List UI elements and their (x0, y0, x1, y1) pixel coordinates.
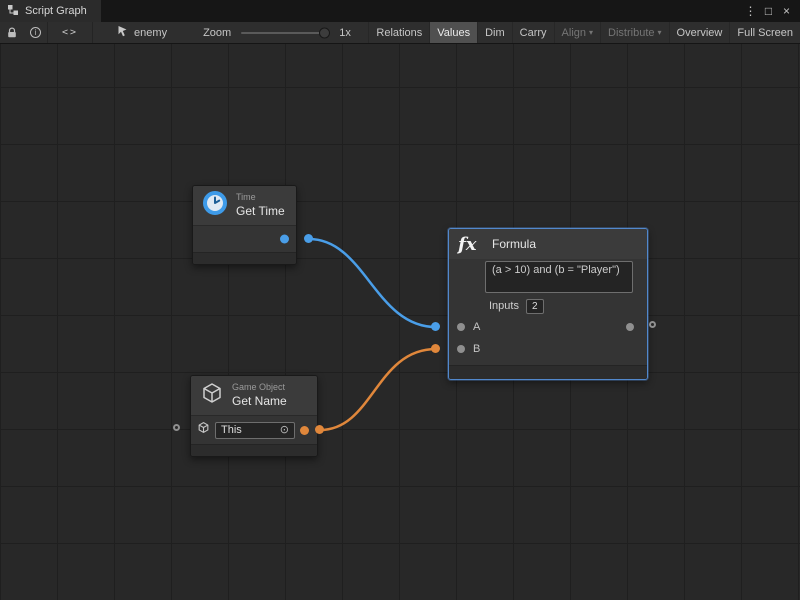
get-name-port-row: This ⊙ (191, 416, 317, 444)
formula-output-connector[interactable] (649, 321, 656, 328)
values-button[interactable]: Values (429, 22, 477, 43)
values-label: Values (437, 27, 470, 39)
relations-button[interactable]: Relations (368, 22, 429, 43)
edit-source-button[interactable]: <> (48, 22, 92, 43)
target-object-value: This (221, 424, 242, 436)
get-time-output-port[interactable] (280, 235, 289, 244)
get-time-header: Time Get Time (193, 186, 296, 226)
tab-script-graph[interactable]: Script Graph (0, 0, 101, 22)
chevron-down-icon: ▾ (589, 29, 593, 37)
wire-end-dot-blue[interactable] (431, 322, 440, 331)
node-title: Get Name (232, 394, 287, 409)
zoom-slider[interactable] (241, 32, 329, 34)
object-picker-icon[interactable]: ⊙ (280, 425, 289, 436)
lock-icon[interactable] (0, 22, 24, 43)
get-name-footer (191, 444, 317, 456)
formula-fx-icon: fx (458, 234, 484, 255)
cube-icon-small (197, 421, 210, 439)
tab-title: Script Graph (25, 5, 87, 17)
overview-button[interactable]: Overview (669, 22, 730, 43)
code-icon: <> (62, 27, 78, 38)
formula-port-row-a: A (449, 317, 647, 337)
formula-port-row-b: B (449, 339, 647, 359)
maximize-button[interactable]: □ (760, 2, 777, 20)
toolbar-button-group: Relations Values Dim Carry Align ▾ Distr… (368, 22, 800, 43)
info-glyph: i (30, 27, 41, 38)
inputs-label: Inputs (489, 300, 519, 312)
node-get-name[interactable]: Game Object Get Name This ⊙ (190, 375, 318, 457)
formula-footer (449, 365, 647, 379)
wire-start-dot-orange[interactable] (315, 425, 324, 434)
node-formula[interactable]: fx Formula (a > 10) and (b = "Player") I… (448, 228, 648, 380)
node-title: Get Time (236, 204, 285, 219)
graph-toolbar: i <> enemy Zoom 1x Relations Values (0, 22, 800, 44)
node-category: Game Object (232, 382, 287, 393)
titlebar-spacer (101, 0, 742, 22)
formula-expression-input[interactable]: (a > 10) and (b = "Player") (485, 261, 633, 293)
get-time-footer (193, 252, 296, 264)
get-time-port-row (193, 226, 296, 252)
info-icon[interactable]: i (24, 22, 47, 43)
cube-icon (200, 381, 224, 410)
zoom-slider-handle[interactable] (319, 27, 330, 38)
distribute-button[interactable]: Distribute ▾ (600, 22, 668, 43)
distribute-label: Distribute (608, 27, 654, 39)
graph-name: enemy (134, 27, 167, 39)
align-button[interactable]: Align ▾ (554, 22, 600, 43)
fullscreen-button[interactable]: Full Screen (729, 22, 800, 43)
wire-end-dot-orange[interactable] (431, 344, 440, 353)
wire-get-time-to-formula-a (309, 239, 436, 327)
wire-get-name-to-formula-b (320, 349, 436, 430)
graph-canvas[interactable]: Time Get Time fx Formula (a > 10) and (b… (0, 44, 800, 600)
graph-breadcrumb[interactable]: enemy (107, 22, 177, 43)
window-menu-button[interactable]: ⋮ (742, 2, 759, 20)
zoom-label: Zoom (203, 22, 231, 43)
carry-button[interactable]: Carry (512, 22, 554, 43)
script-graph-window: Script Graph ⋮ □ × i <> (0, 0, 800, 600)
formula-output-port[interactable] (626, 323, 634, 331)
get-name-header: Game Object Get Name (191, 376, 317, 416)
close-button[interactable]: × (778, 2, 795, 20)
get-name-output-port[interactable] (300, 426, 309, 435)
port-b-label: B (473, 343, 480, 355)
formula-inputs-count[interactable]: 2 (526, 299, 544, 314)
fullscreen-label: Full Screen (737, 27, 793, 39)
wires-layer (0, 44, 800, 600)
window-controls: ⋮ □ × (742, 0, 800, 22)
node-category: Time (236, 192, 285, 203)
dim-button[interactable]: Dim (477, 22, 512, 43)
script-graph-icon (7, 4, 19, 19)
formula-header: fx Formula (449, 229, 647, 259)
zoom-value: 1x (339, 22, 351, 43)
port-a-label: A (473, 321, 480, 333)
node-title: Formula (492, 237, 536, 251)
toolbar-separator (92, 22, 93, 43)
formula-input-port-b[interactable] (457, 345, 465, 353)
wire-start-dot-blue[interactable] (304, 234, 313, 243)
align-label: Align (562, 27, 586, 39)
carry-label: Carry (520, 27, 547, 39)
overview-label: Overview (677, 27, 723, 39)
formula-input-port-a[interactable] (457, 323, 465, 331)
dim-label: Dim (485, 27, 505, 39)
get-time-labels: Time Get Time (236, 192, 285, 218)
chevron-down-icon: ▾ (658, 29, 662, 37)
titlebar: Script Graph ⋮ □ × (0, 0, 800, 22)
target-object-dropdown[interactable]: This ⊙ (215, 422, 295, 439)
formula-inputs-row: Inputs 2 (489, 297, 639, 315)
get-name-input-connector[interactable] (173, 424, 180, 431)
clock-icon (202, 190, 228, 221)
node-get-time[interactable]: Time Get Time (192, 185, 297, 265)
relations-label: Relations (376, 27, 422, 39)
graph-pointer-icon (117, 25, 129, 40)
get-name-labels: Game Object Get Name (232, 382, 287, 408)
